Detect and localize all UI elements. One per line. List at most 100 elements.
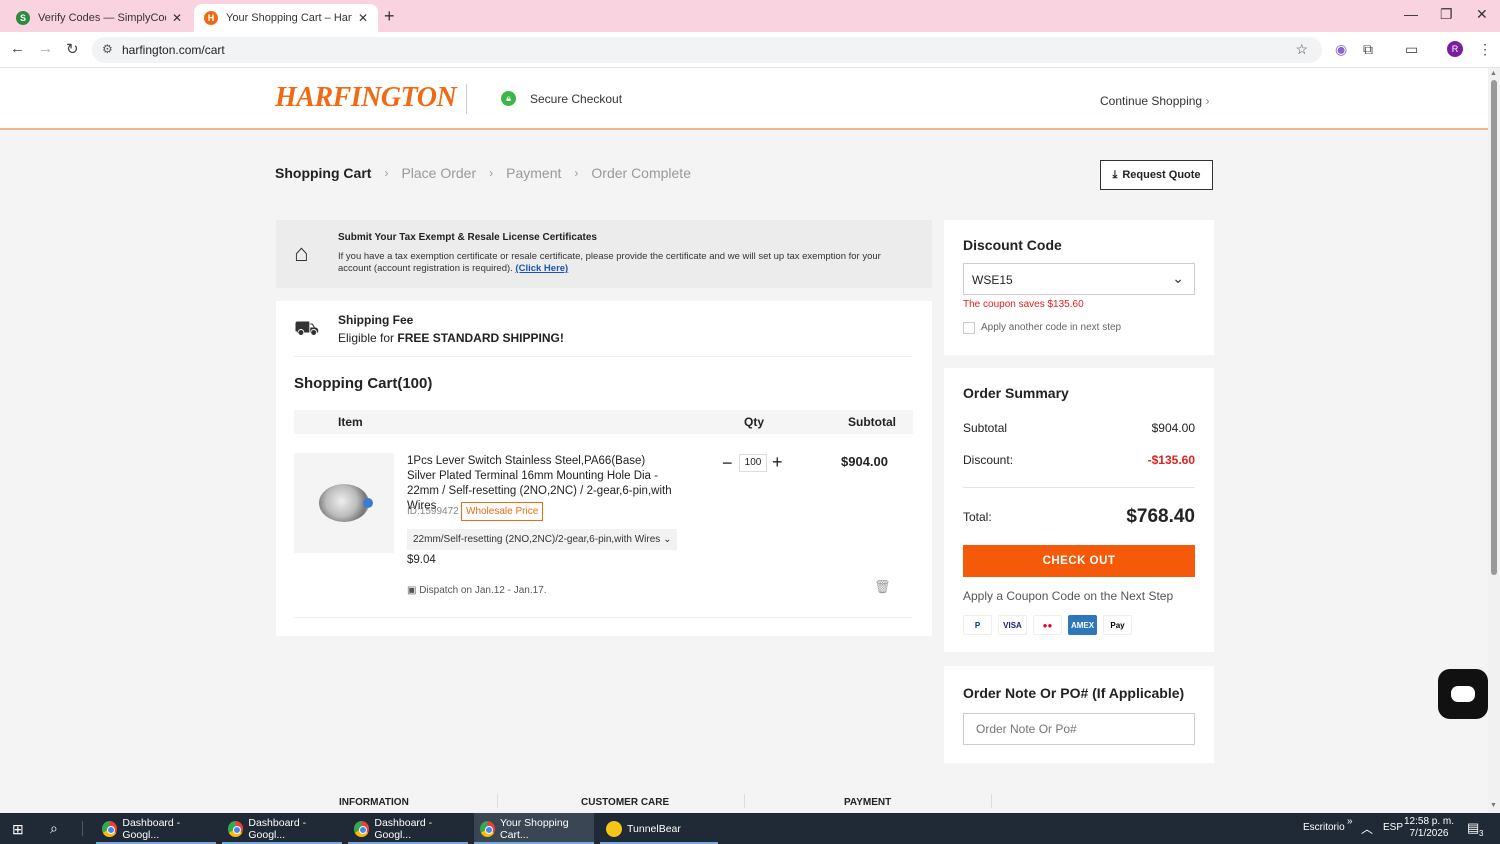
coupon-next-step-text: Apply a Coupon Code on the Next Step [963,589,1174,603]
order-note-input[interactable] [963,713,1195,745]
page-scrollbar[interactable]: ▲ ▼ [1488,68,1500,813]
chrome-icon [102,820,118,837]
taskbar-clock[interactable]: 12:58 p. m. 7/1/2026 [1404,816,1454,840]
back-arrow-icon[interactable]: ← [10,40,25,57]
tray-expand-icon[interactable]: ︿ [1361,820,1373,837]
trash-icon[interactable]: 🗑︎ [874,579,891,595]
taskbar-app-tunnelbear[interactable]: TunnelBear [600,813,718,844]
tax-exempt-title: Submit Your Tax Exempt & Resale License … [338,232,597,243]
clock-time: 12:58 p. m. [1404,816,1455,827]
chevron-down-icon: ⌄ [1172,270,1184,286]
search-icon[interactable]: ⌕ [50,820,58,837]
order-summary-title: Order Summary [963,385,1069,401]
page-viewport: HARFINGTON 🔒︎ Secure Checkout Continue S… [0,68,1488,813]
continue-shopping-link[interactable]: Continue Shopping › [1100,94,1209,108]
checkout-steps: Shopping Cart › Place Order › Payment › … [275,165,691,181]
header-divider [466,84,467,114]
url-text: harfington.com/cart [122,43,225,57]
footer-customer-care: CUSTOMER CARE [581,797,670,808]
free-shipping-label: FREE STANDARD SHIPPING! [397,331,564,345]
side-panel-icon[interactable]: ▭ [1405,41,1418,58]
maximize-icon[interactable]: ❐ [1440,6,1453,23]
visa-icon: VISA [998,615,1027,635]
chat-button[interactable] [1438,669,1488,719]
variant-label: 22mm/Self-resetting (2NO,2NC)/2-gear,6-p… [413,534,661,545]
chevron-right-icon: › [1205,94,1210,108]
tab-harfington-cart[interactable]: H Your Shopping Cart – Harfingto ✕ [194,4,378,32]
desktop-toolbar-label[interactable]: Escritorio [1303,822,1345,833]
dispatch-info: ▣ Dispatch on Jan.12 - Jan.17. [407,585,547,596]
taskbar-divider [82,821,83,836]
discount-row: Discount: -$135.60 [963,453,1195,467]
payment-methods: P VISA ●● AMEX Pay [963,615,1132,635]
scroll-up-icon[interactable]: ▲ [1490,70,1497,77]
footer-divider [497,794,498,808]
discount-code-box: Discount Code WSE15 ⌄ The coupon saves $… [944,220,1214,355]
tab-title: Your Shopping Cart – Harfingto [226,12,352,24]
harfington-favicon-icon: H [204,11,218,25]
window-close-icon[interactable]: ✕ [1476,6,1488,23]
calendar-icon: ▣ [407,585,417,596]
puzzle-extensions-icon[interactable]: ⧉ [1363,41,1373,58]
request-quote-button[interactable]: ⤓ Request Quote [1100,160,1213,190]
lever-switch-graphic [319,484,373,522]
extension-icon[interactable]: ◉ [1335,41,1347,58]
divider [294,356,912,357]
harfington-logo[interactable]: HARFINGTON [275,82,457,114]
step-separator-icon: › [489,166,494,180]
reload-icon[interactable]: ↻ [66,40,79,58]
divider [963,487,1195,488]
total-label: Total: [963,510,992,524]
subtotal-label: Subtotal [963,421,1008,435]
windows-start-icon[interactable]: ⊞ [12,821,24,838]
scroll-down-icon[interactable]: ▼ [1490,802,1497,809]
taskbar-app-chrome-active[interactable]: Your Shopping Cart... [474,813,594,844]
apple-pay-icon: Pay [1103,615,1132,635]
close-tab-icon[interactable]: ✕ [358,11,368,25]
taskbar-app-label: Dashboard - Googl... [374,816,433,841]
site-info-icon[interactable]: ⚙ [102,42,113,56]
tunnelbear-icon [606,820,622,837]
profile-avatar[interactable]: R [1447,41,1463,57]
tax-exempt-banner: ⌂ Submit Your Tax Exempt & Resale Licens… [276,220,932,288]
cart-panel: ⛟ Shipping Fee Eligible for FREE STANDAR… [276,301,932,636]
browser-menu-icon[interactable]: ⋮ [1478,41,1492,58]
tab-simplycodes[interactable]: S Verify Codes — SimplyCodes ✕ [6,4,192,32]
column-qty: Qty [744,415,765,429]
language-indicator[interactable]: ESP [1383,822,1403,833]
url-input[interactable]: ⚙ harfington.com/cart ☆ [92,37,1322,63]
product-image[interactable] [294,453,394,553]
notifications-icon[interactable]: ▤ [1467,820,1479,836]
shipping-fee-text: Eligible for FREE STANDARD SHIPPING! [338,331,564,345]
simplycodes-favicon-icon: S [16,11,30,25]
notification-count: 3 [1479,829,1484,838]
footer-columns: INFORMATION CUSTOMER CARE PAYMENT [276,792,996,813]
subtotal-row: Subtotal $904.00 [963,421,1195,435]
checkout-button[interactable]: CHECK OUT [963,545,1195,577]
lock-icon: 🔒︎ [501,91,516,106]
tab-title: Verify Codes — SimplyCodes [38,12,166,24]
apply-another-code-checkbox[interactable] [963,322,975,334]
qty-increase-button[interactable]: + [772,452,783,473]
taskbar-app-chrome[interactable]: Dashboard - Googl... [222,813,342,844]
double-chevron-icon[interactable]: » [1347,816,1353,827]
new-tab-button[interactable]: + [384,6,395,27]
divider [294,617,912,618]
continue-shopping-label: Continue Shopping [1100,94,1203,108]
taskbar-app-chrome[interactable]: Dashboard - Googl... [348,813,468,844]
truck-icon: ⛟ [294,318,320,340]
variant-select[interactable]: 22mm/Self-resetting (2NO,2NC)/2-gear,6-p… [407,529,678,550]
minimize-icon[interactable]: — [1404,6,1418,22]
scrollbar-thumb[interactable] [1491,80,1497,575]
coupon-select[interactable]: WSE15 ⌄ [963,263,1195,295]
qty-input[interactable]: 100 [739,454,767,472]
tax-click-here-link[interactable]: (Click Here) [515,263,568,274]
close-tab-icon[interactable]: ✕ [172,11,182,25]
chrome-icon [354,820,370,837]
taskbar-app-label: Dashboard - Googl... [122,816,181,841]
step-shopping-cart: Shopping Cart [275,165,372,181]
forward-arrow-icon[interactable]: → [38,40,53,57]
taskbar-app-chrome[interactable]: Dashboard - Googl... [96,813,216,844]
bookmark-star-icon[interactable]: ☆ [1295,41,1308,58]
qty-decrease-button[interactable]: − [722,453,733,474]
